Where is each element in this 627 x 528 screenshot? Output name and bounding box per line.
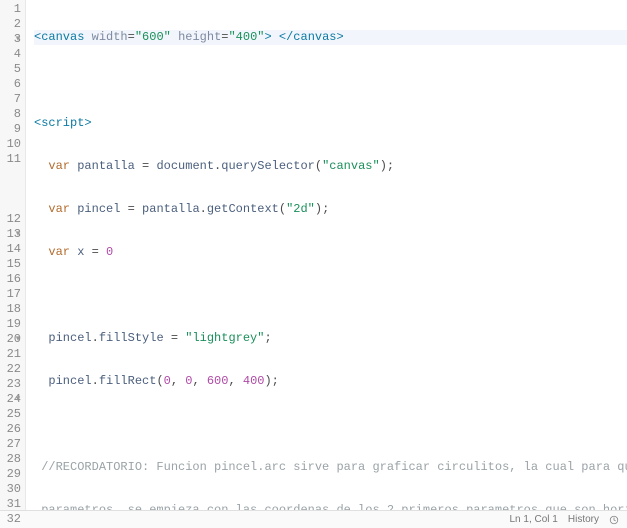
line-number: 14 (7, 242, 21, 256)
line-number: 23 (7, 377, 21, 391)
line-number: 21 (7, 347, 21, 361)
history-icon[interactable] (609, 515, 619, 525)
code-editor[interactable]: 1 2 3▾ 4 5 6 7 8 9 10 11 12 13▾ 14 15 16… (0, 0, 627, 510)
line-number: 2 (14, 17, 21, 31)
code-line: <canvas width="600" height="400"> </canv… (34, 30, 627, 45)
code-line: //RECORDATORIO: Funcion pincel.arc sirve… (34, 460, 627, 475)
line-number: 15 (7, 257, 21, 271)
code-line: var pincel = pantalla.getContext("2d"); (34, 202, 627, 217)
line-number: 29 (7, 467, 21, 481)
line-number: 30 (7, 482, 21, 496)
history-label[interactable]: History (568, 514, 599, 525)
line-number: 9 (14, 122, 21, 136)
line-number: 12 (7, 212, 21, 226)
fold-icon[interactable]: ▾ (14, 332, 22, 347)
code-line: var pantalla = document.querySelector("c… (34, 159, 627, 174)
line-number: 8 (14, 107, 21, 121)
line-number: 18 (7, 302, 21, 316)
status-bar: Ln 1, Col 1 History (0, 510, 627, 528)
line-number: 19 (7, 317, 21, 331)
line-number: 7 (14, 92, 21, 106)
code-line (34, 73, 627, 88)
code-area[interactable]: <canvas width="600" height="400"> </canv… (26, 0, 627, 510)
code-line (34, 417, 627, 432)
code-line: <script> (34, 116, 627, 131)
line-number: 28 (7, 452, 21, 466)
line-number: 4 (14, 47, 21, 61)
fold-icon[interactable]: ▾ (14, 227, 22, 242)
line-number: 22 (7, 362, 21, 376)
fold-icon[interactable]: ▾ (14, 392, 22, 407)
line-number: 32 (7, 512, 21, 526)
line-number: 31 (7, 497, 21, 511)
code-line (34, 288, 627, 303)
line-number: 6 (14, 77, 21, 91)
line-number: 16 (7, 272, 21, 286)
code-line: pincel.fillRect(0, 0, 600, 400); (34, 374, 627, 389)
line-number: 5 (14, 62, 21, 76)
line-number: 11 (7, 152, 21, 166)
line-number: 25 (7, 407, 21, 421)
line-number: 27 (7, 437, 21, 451)
line-number-gutter: 1 2 3▾ 4 5 6 7 8 9 10 11 12 13▾ 14 15 16… (0, 0, 26, 510)
code-line: pincel.fillStyle = "lightgrey"; (34, 331, 627, 346)
line-number: 10 (7, 137, 21, 151)
code-line: var x = 0 (34, 245, 627, 260)
line-number: 1 (14, 2, 21, 16)
code-line: parametros ,se empieza con las coordenas… (34, 503, 627, 510)
fold-icon[interactable]: ▾ (14, 32, 22, 47)
cursor-position: Ln 1, Col 1 (510, 514, 558, 525)
line-number: 26 (7, 422, 21, 436)
line-number: 17 (7, 287, 21, 301)
